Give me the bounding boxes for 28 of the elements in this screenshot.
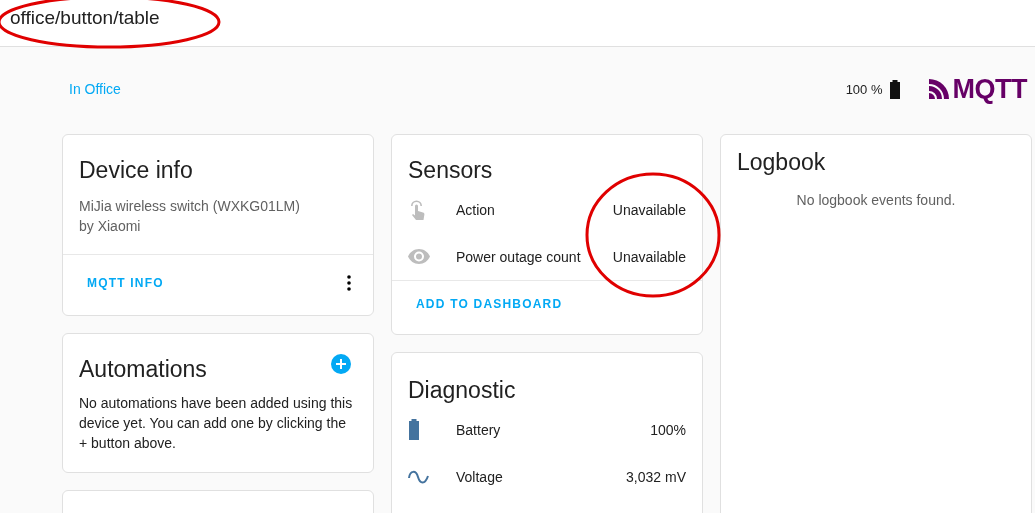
device-manufacturer: by Xiaomi bbox=[78, 217, 142, 236]
battery-icon bbox=[408, 419, 420, 440]
card-title: Device info bbox=[78, 156, 194, 185]
entity-state: 3,032 mV bbox=[626, 468, 686, 485]
battery-icon bbox=[888, 79, 901, 99]
battery-reading: 100 % bbox=[845, 81, 883, 97]
entity-state: Unavailable bbox=[612, 248, 686, 265]
automations-message: No automations have been added using this device yet. You can add one by clicking the + button above. bbox=[78, 394, 354, 453]
add-icon[interactable] bbox=[331, 353, 351, 374]
sine-wave-icon bbox=[408, 468, 430, 485]
card-title: Diagnostic bbox=[407, 376, 517, 405]
card-title: Sensors bbox=[407, 156, 494, 185]
card-title: Logbook bbox=[736, 148, 827, 177]
device-model: MiJia wireless switch (WXKG01LM) bbox=[78, 197, 301, 216]
entity-name[interactable]: Voltage bbox=[456, 468, 627, 485]
card-title: Automations bbox=[78, 355, 208, 384]
page-title: office/button/table bbox=[10, 7, 160, 29]
entity-state: Unavailable bbox=[612, 201, 686, 218]
entity-name[interactable]: Action bbox=[456, 201, 613, 218]
entity-name[interactable]: Power outage count bbox=[456, 248, 613, 265]
entity-name[interactable]: Battery bbox=[456, 421, 651, 438]
more-menu-icon[interactable] bbox=[347, 275, 351, 291]
eye-icon bbox=[408, 249, 430, 264]
entity-state: 100% bbox=[650, 421, 686, 438]
touch-icon bbox=[408, 198, 426, 221]
logo-text: MQTT bbox=[952, 73, 1027, 105]
logbook-empty-message: No logbook events found. bbox=[795, 192, 957, 208]
signal-icon bbox=[928, 79, 951, 99]
